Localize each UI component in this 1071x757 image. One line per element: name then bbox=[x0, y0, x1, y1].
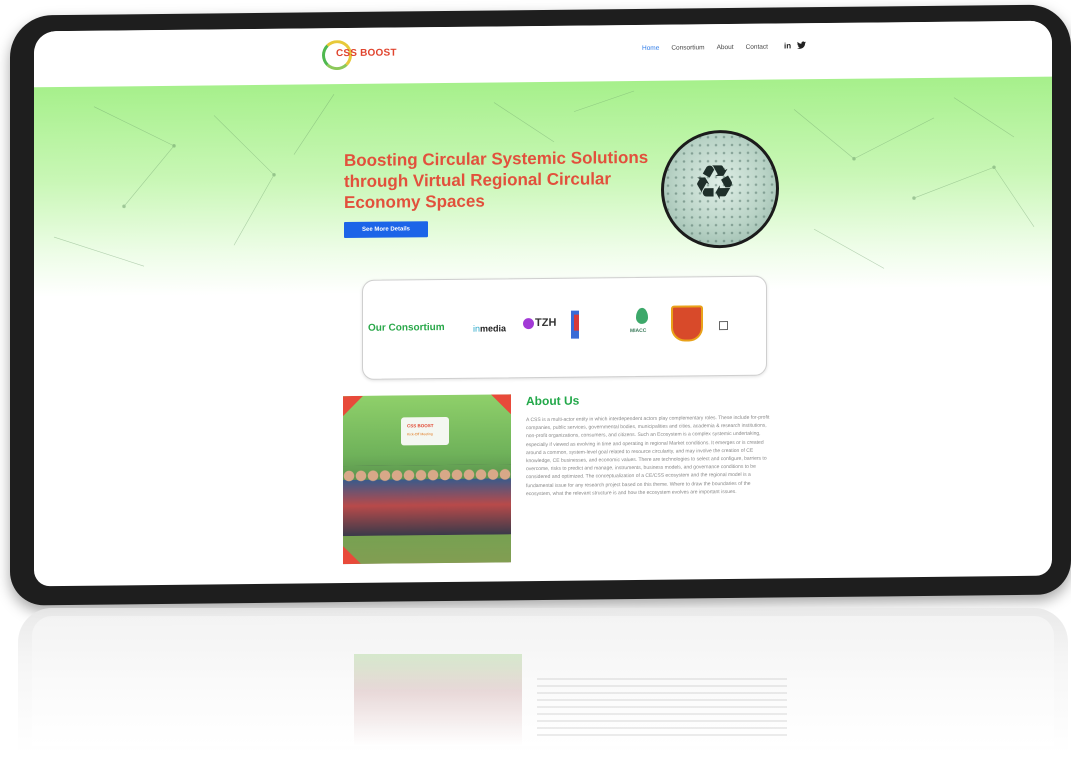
nav-contact[interactable]: Contact bbox=[746, 44, 768, 51]
recycle-illustration: ♻ bbox=[661, 129, 779, 249]
partner-logo-miacc[interactable]: MIACC bbox=[628, 307, 656, 342]
browser-screen: CSS BOOST Home Consortium About Contact … bbox=[34, 20, 1052, 587]
recycle-icon: ♻ bbox=[693, 156, 737, 211]
partner-logo-6[interactable] bbox=[719, 321, 753, 331]
nav-home[interactable]: Home bbox=[642, 45, 659, 52]
tzh-logo-icon bbox=[523, 317, 534, 329]
social-links: in bbox=[784, 41, 807, 51]
partner-logo-3[interactable] bbox=[571, 310, 599, 340]
consortium-card: Our Consortium inmedia TZH MIACC bbox=[362, 275, 767, 380]
people-in-photo bbox=[343, 464, 511, 537]
linkedin-icon[interactable]: in bbox=[784, 41, 791, 51]
device-frame: CSS BOOST Home Consortium About Contact … bbox=[10, 4, 1071, 606]
device-reflection bbox=[18, 608, 1068, 753]
hero-section: Boosting Circular Systemic Solutions thr… bbox=[34, 76, 1052, 298]
photo-banner: CSS BOOST Kick-Off Meeting bbox=[401, 416, 449, 446]
partner-logo-inmedia[interactable]: inmedia bbox=[473, 323, 506, 333]
about-group-photo: CSS BOOST Kick-Off Meeting bbox=[343, 394, 511, 565]
see-more-details-button[interactable]: See More Details bbox=[344, 221, 428, 239]
twitter-icon[interactable] bbox=[797, 41, 807, 51]
nav-consortium[interactable]: Consortium bbox=[671, 44, 704, 51]
site-logo[interactable]: CSS BOOST bbox=[322, 39, 397, 71]
main-nav: Home Consortium About Contact bbox=[642, 44, 768, 52]
drop-icon bbox=[636, 307, 648, 324]
hero-title: Boosting Circular Systemic Solutions thr… bbox=[344, 147, 649, 213]
about-text: A CSS is a multi-actor entity in which i… bbox=[526, 414, 770, 497]
about-title: About Us bbox=[526, 393, 580, 409]
partner-logo-tzh[interactable]: TZH bbox=[523, 317, 556, 329]
consortium-title: Our Consortium bbox=[368, 322, 445, 334]
nav-about[interactable]: About bbox=[717, 44, 734, 51]
logo-text: CSS BOOST bbox=[336, 47, 397, 60]
partner-logo-crest[interactable] bbox=[671, 305, 703, 342]
